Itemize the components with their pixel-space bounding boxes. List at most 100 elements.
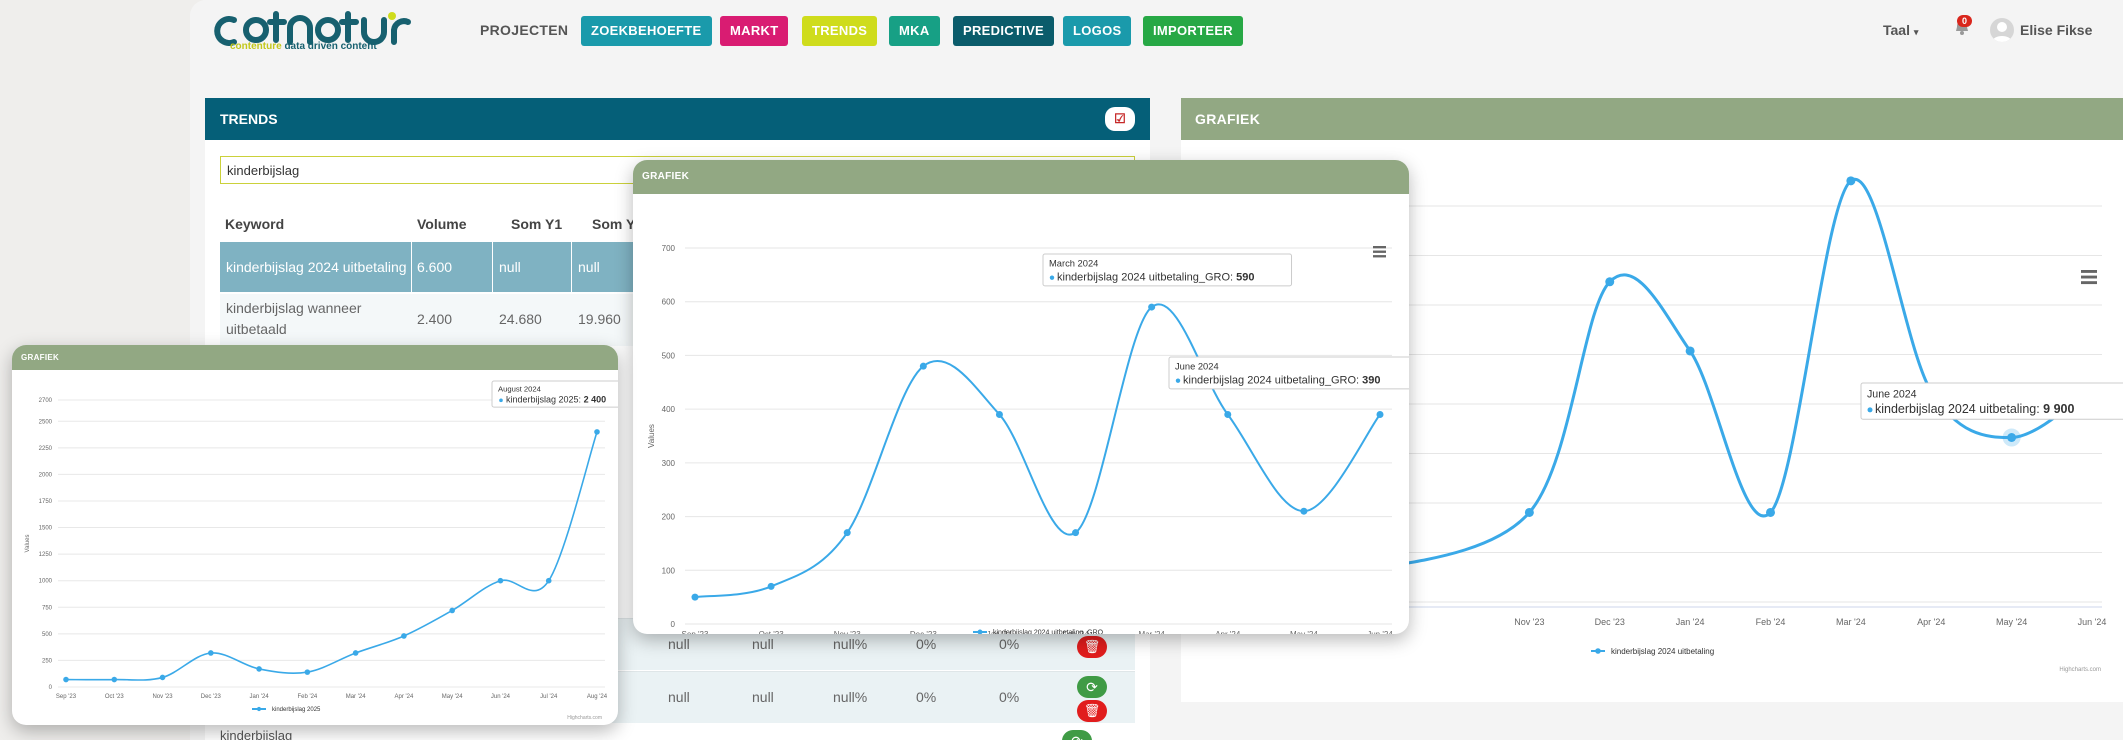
data-point (159, 674, 166, 681)
data-point (1376, 411, 1384, 419)
nav-button-zoekbehoefte[interactable]: ZOEKBEHOEFTE (581, 16, 712, 46)
data-point (352, 650, 359, 656)
column-header-volume[interactable]: Volume (417, 216, 467, 232)
y-tick-label: 2000 (39, 472, 53, 478)
cell-keyword-line2: uitbetaald (226, 321, 287, 337)
data-point (1846, 176, 1856, 186)
data-point (594, 429, 600, 435)
y-tick-label: 1000 (39, 579, 53, 585)
legend-label: kinderbijslag 2025 (272, 707, 321, 713)
chart-tooltip: June 2024 kinderbijslag 2024 uitbetaling:… (1860, 382, 2123, 420)
language-dropdown[interactable]: Taal ▾ (1883, 22, 1918, 38)
x-tick-label: May '24 (1996, 617, 2027, 627)
nav-button-trends[interactable]: TRENDS (802, 16, 878, 46)
x-tick-label: Dec '23 (1595, 617, 1625, 627)
data-point (1685, 346, 1695, 356)
series-line (694, 303, 1381, 599)
y-tick-label: 500 (662, 351, 676, 360)
column-header-keyword[interactable]: Keyword (225, 216, 284, 232)
nav-button-importeer[interactable]: IMPORTEER (1143, 16, 1243, 46)
data-point (304, 669, 311, 675)
y-axis-label: Values (25, 535, 31, 553)
trash-icon[interactable]: 🗑 (1077, 636, 1107, 658)
y-tick-label: 2500 (39, 419, 53, 425)
chart-tooltip: June 2024 kinderbijslag 2024 uitbetaling_… (1168, 356, 1409, 390)
y-tick-label: 2250 (39, 446, 53, 452)
nav-button-markt[interactable]: MARKT (720, 16, 789, 46)
refresh-icon[interactable]: ⟳ (1062, 730, 1092, 740)
x-tick-label: Mar '24 (1836, 617, 1866, 627)
popup-header: GRAFIEK (12, 345, 618, 370)
data-point (449, 607, 455, 614)
tooltip-date: June 2024 (1175, 362, 1219, 372)
grafiek-popup-middle: GRAFIEK 0 100 200 300 400 500 600 700 Values Sep … (633, 160, 1409, 634)
nav-button-predictive[interactable]: PREDICTIVE (953, 16, 1055, 46)
tooltip-marker (1867, 407, 1873, 413)
trash-icon[interactable]: 🗑 (1077, 700, 1107, 722)
x-tick-label: Jun '24 (2078, 617, 2107, 627)
y-tick-label: 250 (42, 658, 53, 664)
y-tick-label: 750 (42, 605, 53, 611)
avatar[interactable] (1990, 18, 2014, 42)
user-name[interactable]: Elise Fikse (2020, 22, 2092, 38)
popup-header: GRAFIEK (633, 160, 1409, 194)
tooltip-value: 2 400 (584, 395, 607, 405)
nav-button-mka[interactable]: MKA (889, 16, 940, 46)
cell-som-y1: 24.680 (499, 311, 542, 327)
chart-tooltip: August 2024 kinderbijslag 2025: 2 400 (491, 380, 618, 408)
menu-icon (1373, 250, 1386, 253)
data-point (995, 411, 1003, 419)
trends-title: TRENDS (220, 111, 278, 127)
y-tick-label: 0 (49, 685, 53, 691)
cell-som-y2: null (578, 259, 600, 275)
chart-credit: Highcharts.com (567, 715, 602, 721)
x-tick-label: May '24 (1290, 630, 1318, 634)
x-tick-label: Oct '23 (759, 630, 785, 634)
data-point (691, 593, 699, 601)
tooltip-text: kinderbijslag 2024 uitbetaling_GRO: 390 (1183, 374, 1381, 386)
legend-marker (256, 706, 262, 712)
cell-divider (492, 242, 493, 292)
language-label: Taal (1883, 22, 1910, 38)
cell-volume: 6.600 (417, 259, 453, 275)
tooltip-text: kinderbijslag 2025: 2 400 (506, 395, 606, 405)
y-axis-label: Values (647, 424, 656, 448)
column-header-som-y1[interactable]: Som Y1 (511, 216, 562, 232)
tooltip-date: June 2024 (1867, 388, 1917, 400)
data-point (208, 650, 214, 656)
checkbox-icon[interactable]: ☑ (1105, 107, 1135, 131)
series-line (65, 431, 598, 681)
x-tick-label: Mar '24 (1138, 630, 1165, 634)
cell-som-y1: null (499, 259, 521, 275)
cell-value: null (668, 689, 690, 705)
notification-badge: 0 (1957, 15, 1973, 27)
nav-button-logos[interactable]: LOGOS (1063, 16, 1132, 46)
data-point (256, 666, 262, 672)
cell-keyword: kinderbijslag 2024 uitbetaling (226, 259, 407, 275)
data-point (1300, 507, 1308, 515)
x-tick-label: Feb '24 (297, 694, 317, 700)
column-header-som-y2[interactable]: Som Y (592, 216, 635, 232)
data-point (843, 529, 851, 537)
x-tick-label: Sep '23 (56, 694, 77, 700)
menu-icon (2081, 281, 2097, 285)
legend-marker (1595, 648, 1601, 654)
menu-icon (2081, 270, 2097, 273)
y-tick-label: 1750 (39, 499, 53, 505)
tooltip-date: March 2024 (1049, 259, 1098, 269)
refresh-icon[interactable]: ⟳ (1077, 676, 1107, 698)
data-point (767, 582, 775, 590)
nav-link-projecten[interactable]: PROJECTEN (480, 22, 568, 38)
chart-tooltip: March 2024 kinderbijslag 2024 uitbetaling… (1042, 253, 1293, 287)
y-tick-label: 2700 (39, 398, 53, 404)
x-tick-label: Jul '24 (540, 694, 558, 700)
x-tick-label: Jan '24 (250, 694, 270, 700)
logo[interactable]: contenture data driven content (204, 8, 454, 56)
logo-tagline: contenture data driven content (230, 41, 377, 52)
x-tick-label: Mar '24 (346, 694, 366, 700)
cell-keyword: kinderbijslag (220, 728, 293, 740)
data-point (919, 362, 927, 370)
x-tick-label: Jan '24 (1676, 617, 1705, 627)
x-tick-label: Nov '23 (1514, 617, 1544, 627)
data-point (1224, 411, 1232, 419)
